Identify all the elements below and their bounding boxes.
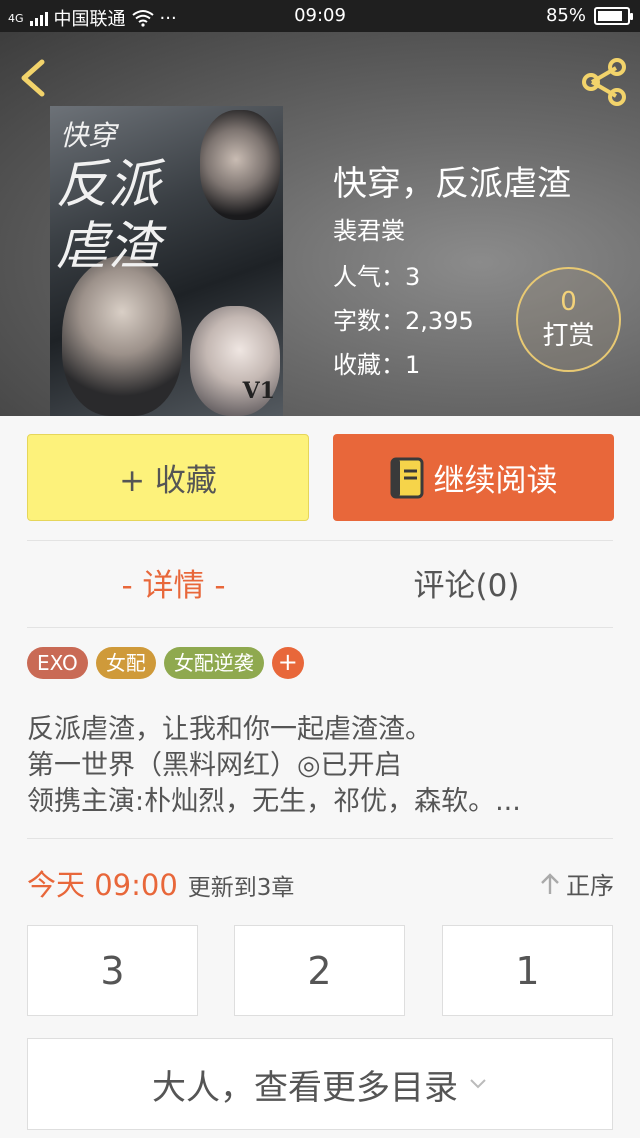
book-description[interactable]: 反派虐渣，让我和你一起虐渣渣。 第一世界（黑料网红）◎已开启 领携主演:朴灿烈，… — [27, 712, 617, 820]
divider — [27, 838, 613, 839]
more-catalog-button[interactable]: 大人，查看更多目录 — [27, 1038, 613, 1130]
battery-fill — [598, 10, 622, 21]
popularity-value: 3 — [405, 263, 421, 291]
more-catalog-label: 大人，查看更多目录 — [152, 1067, 458, 1108]
description-line: 领携主演:朴灿烈，无生，祁优，森软。... — [27, 786, 521, 817]
chevron-left-icon — [21, 59, 45, 97]
tag-item[interactable]: EXO — [27, 647, 88, 679]
favorites-value: 1 — [405, 351, 421, 379]
reward-label: 打赏 — [542, 321, 595, 351]
book-header: 快穿 反派虐渣 V1 快穿，反派虐渣 裴君裳 人气：3 字数：2,395 收藏：… — [0, 32, 640, 416]
sort-order-label: 正序 — [566, 872, 614, 900]
description-line: 第一世界（黑料网红）◎已开启 — [27, 750, 402, 781]
battery-icon — [594, 6, 633, 25]
cover-mark: V1 — [242, 378, 275, 404]
divider — [27, 540, 613, 541]
divider — [27, 627, 613, 628]
arrow-up-icon — [541, 872, 559, 894]
chevron-down-icon — [470, 1079, 486, 1089]
status-time: 09:09 — [294, 5, 346, 26]
book-icon — [390, 457, 423, 498]
tab-detail[interactable]: - 详情 - — [27, 560, 320, 612]
collect-label: + 收藏 — [119, 463, 217, 499]
book-title: 快穿，反派虐渣 — [333, 164, 571, 204]
collect-button[interactable]: + 收藏 — [27, 434, 309, 521]
tag-list: EXO 女配 女配逆袭 + — [27, 647, 304, 679]
book-cover[interactable]: 快穿 反派虐渣 V1 — [50, 106, 283, 416]
chapter-item[interactable]: 2 — [234, 925, 405, 1016]
wordcount-label: 字数： — [333, 307, 405, 335]
tag-item[interactable]: 女配 — [95, 647, 156, 679]
wordcount-value: 2,395 — [405, 307, 474, 335]
cover-title-main: 反派虐渣 — [56, 155, 161, 277]
status-right: 85% — [545, 5, 633, 26]
update-info: 今天 09:00 更新到3章 — [27, 862, 294, 902]
status-bar: 4G 中国联通 ··· 09:09 85% — [0, 0, 640, 32]
chapter-item[interactable]: 1 — [442, 925, 613, 1016]
reward-count: 0 — [560, 287, 577, 317]
favorites-label: 收藏： — [333, 351, 405, 379]
tab-comments[interactable]: 评论(0) — [320, 560, 613, 612]
update-time: 今天 09:00 — [27, 868, 178, 902]
cover-figure-top — [200, 110, 280, 220]
popularity-label: 人气： — [333, 263, 405, 291]
cover-title-top: 快穿 — [60, 119, 117, 152]
tag-item[interactable]: 女配逆袭 — [163, 647, 264, 679]
continue-reading-button[interactable]: 继续阅读 — [333, 434, 614, 521]
book-author[interactable]: 裴君裳 — [333, 216, 571, 246]
share-icon — [582, 58, 626, 106]
chapter-item[interactable]: 3 — [27, 925, 198, 1016]
read-label: 继续阅读 — [433, 463, 558, 499]
reward-button[interactable]: 0 打赏 — [516, 267, 621, 372]
add-tag-button[interactable]: + — [271, 647, 304, 679]
battery-percent: 85% — [545, 5, 586, 26]
update-note: 更新到3章 — [187, 875, 295, 901]
share-button[interactable] — [578, 56, 630, 108]
back-button[interactable] — [14, 56, 54, 100]
cover-title-art: 快穿 反派虐渣 — [56, 114, 206, 278]
description-line: 反派虐渣，让我和你一起虐渣渣。 — [27, 714, 432, 745]
sort-order-button[interactable]: 正序 — [540, 866, 614, 901]
cover-figure-left — [62, 256, 182, 416]
